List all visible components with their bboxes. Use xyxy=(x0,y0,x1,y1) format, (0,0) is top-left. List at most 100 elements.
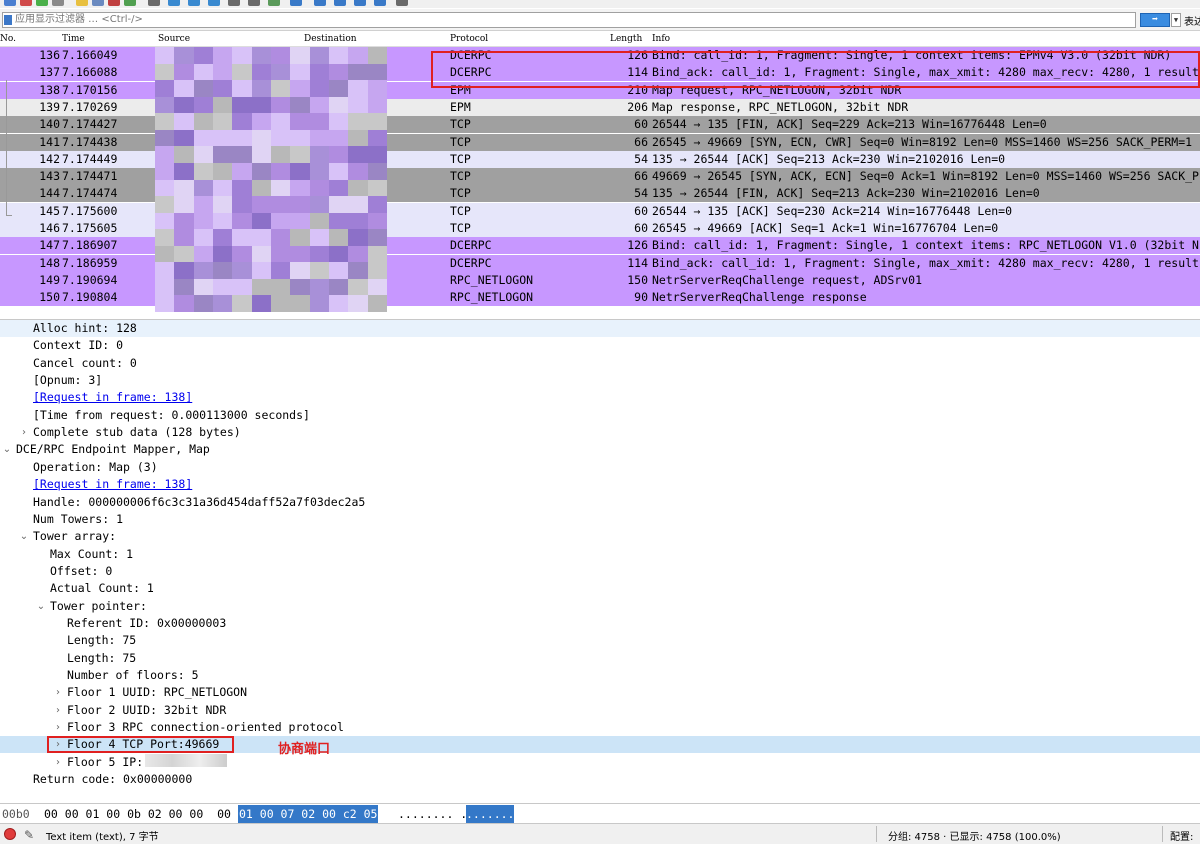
column-destination[interactable]: Destination xyxy=(304,34,357,44)
detail-field[interactable]: › Floor 2 UUID: 32bit NDR xyxy=(0,702,1200,719)
bytes-hex-selected[interactable]: 01 00 07 02 00 c2 05 xyxy=(238,805,379,823)
expand-icon[interactable]: › xyxy=(53,754,63,771)
detail-field[interactable]: › Floor 1 UUID: RPC_NETLOGON xyxy=(0,684,1200,701)
packet-no: 140 xyxy=(39,117,60,132)
packet-no: 137 xyxy=(39,65,60,80)
column-info[interactable]: Info xyxy=(652,34,670,44)
go-forward-icon[interactable] xyxy=(188,0,200,6)
detail-field[interactable]: Handle: 000000006f6c3c31a36d454daff52a7f… xyxy=(0,494,1200,511)
detail-text: Referent ID: 0x00000003 xyxy=(67,615,227,630)
status-profile[interactable]: 配置: xyxy=(1170,828,1193,843)
column-length[interactable]: Length xyxy=(610,34,642,44)
start-capture-icon[interactable] xyxy=(4,0,16,6)
expert-info-icon[interactable] xyxy=(4,828,16,840)
options-icon[interactable] xyxy=(52,0,64,6)
find-icon[interactable] xyxy=(148,0,160,6)
detail-text: Length: 75 xyxy=(67,633,137,648)
detail-field[interactable]: Offset: 0 xyxy=(0,563,1200,580)
arrow-right-icon: ➡ xyxy=(1151,14,1159,25)
column-protocol[interactable]: Protocol xyxy=(450,34,488,44)
conversation-bracket-end xyxy=(6,215,12,216)
detail-field[interactable]: › Floor 3 RPC connection-oriented protoco… xyxy=(0,719,1200,736)
packet-details[interactable]: Alloc hint: 128 Context ID: 0 Cancel count… xyxy=(0,319,1200,802)
edit-comment-icon[interactable]: ✎ xyxy=(24,828,34,842)
detail-field[interactable]: Cancel count: 0 xyxy=(0,355,1200,372)
zoom-normal-icon[interactable] xyxy=(354,0,366,6)
go-back-icon[interactable] xyxy=(168,0,180,6)
detail-field[interactable]: Length: 75 xyxy=(0,650,1200,667)
detail-field[interactable]: Max Count: 1 xyxy=(0,546,1200,563)
column-time[interactable]: Time xyxy=(62,34,85,44)
packet-info: 135 → 26544 [FIN, ACK] Seq=213 Ack=230 W… xyxy=(652,186,1040,201)
detail-link[interactable]: [Request in frame: 138] xyxy=(33,389,192,406)
expand-icon[interactable]: › xyxy=(53,684,63,701)
status-item-text: Text item (text), 7 字节 xyxy=(46,832,159,843)
save-file-icon[interactable] xyxy=(92,0,104,6)
detail-text: Length: 75 xyxy=(67,650,137,665)
detail-field[interactable]: [Opnum: 3] xyxy=(0,372,1200,389)
last-packet-icon[interactable] xyxy=(248,0,260,6)
column-source[interactable]: Source xyxy=(158,34,190,44)
detail-field[interactable]: › Complete stub data (128 bytes) xyxy=(0,424,1200,441)
open-file-icon[interactable] xyxy=(76,0,88,6)
packet-info: Map response, RPC_NETLOGON, 32bit NDR xyxy=(652,99,909,114)
packet-length: 150 xyxy=(627,272,648,287)
collapse-icon[interactable]: ⌄ xyxy=(36,598,46,615)
first-packet-icon[interactable] xyxy=(228,0,240,6)
filter-history-dropdown[interactable]: ▼ xyxy=(1171,13,1181,27)
detail-field[interactable]: Referent ID: 0x00000003 xyxy=(0,615,1200,632)
detail-field[interactable]: [Request in frame: 138] xyxy=(0,389,1200,406)
stop-capture-icon[interactable] xyxy=(20,0,32,6)
restart-capture-icon[interactable] xyxy=(36,0,48,6)
packet-time: 7.190694 xyxy=(62,272,118,287)
detail-field[interactable]: Context ID: 0 xyxy=(0,337,1200,354)
bytes-ascii[interactable]: ........ . xyxy=(398,805,467,823)
zoom-in-icon[interactable] xyxy=(314,0,326,6)
detail-link[interactable]: [Request in frame: 138] xyxy=(33,476,192,493)
detail-field[interactable]: Alloc hint: 128 xyxy=(0,320,1200,337)
detail-field[interactable]: Actual Count: 1 xyxy=(0,580,1200,597)
packet-info: 26544 → 135 [FIN, ACK] Seq=229 Ack=213 W… xyxy=(652,117,1047,132)
packet-length: 60 xyxy=(634,117,648,132)
go-to-packet-icon[interactable] xyxy=(208,0,220,6)
display-filter-bar: 应用显示过滤器 … <Ctrl-/> ➡ ▼ 表达 xyxy=(0,9,1200,31)
column-no[interactable]: No. xyxy=(0,34,16,44)
bytes-ascii-selected[interactable]: ....... xyxy=(466,805,515,823)
detail-field[interactable]: [Request in frame: 138] xyxy=(0,476,1200,493)
expand-icon[interactable]: › xyxy=(53,702,63,719)
filter-bookmark-icon[interactable] xyxy=(4,15,12,25)
bytes-hex[interactable]: 00 00 01 00 0b 02 00 00 00 xyxy=(44,805,231,823)
detail-field[interactable]: [Time from request: 0.000113000 seconds] xyxy=(0,407,1200,424)
packet-length: 60 xyxy=(634,203,648,218)
close-file-icon[interactable] xyxy=(108,0,120,6)
detail-field[interactable]: Length: 75 xyxy=(0,632,1200,649)
detail-field[interactable]: ⌄ Tower pointer: xyxy=(0,598,1200,615)
packet-protocol: RPC_NETLOGON xyxy=(450,290,534,305)
expand-icon[interactable]: › xyxy=(53,719,63,736)
detail-field[interactable]: Operation: Map (3) xyxy=(0,459,1200,476)
packet-info: 26545 → 49669 [ACK] Seq=1 Ack=1 Win=1677… xyxy=(652,221,999,235)
collapse-icon[interactable]: ⌄ xyxy=(2,441,12,458)
packet-list[interactable]: No. Time Source Destination Protocol Len… xyxy=(0,32,1200,312)
detail-field[interactable]: Number of floors: 5 xyxy=(0,667,1200,684)
autoscroll-icon[interactable] xyxy=(268,0,280,6)
expand-icon[interactable]: › xyxy=(19,424,29,441)
expand-all-icon[interactable] xyxy=(396,0,408,6)
expression-button[interactable]: 表达 xyxy=(1184,13,1200,28)
detail-section[interactable]: ⌄ DCE/RPC Endpoint Mapper, Map xyxy=(0,441,1200,458)
display-filter-input[interactable]: 应用显示过滤器 … <Ctrl-/> xyxy=(2,12,1136,28)
apply-filter-button[interactable]: ➡ xyxy=(1140,13,1170,27)
detail-field[interactable]: Num Towers: 1 xyxy=(0,511,1200,528)
colorize-icon[interactable] xyxy=(290,0,302,6)
packet-time: 7.175600 xyxy=(62,203,118,218)
packet-time: 7.174427 xyxy=(62,117,118,132)
zoom-out-icon[interactable] xyxy=(334,0,346,6)
packet-length: 66 xyxy=(634,134,648,149)
detail-text: [Time from request: 0.000113000 seconds] xyxy=(33,407,310,422)
detail-field[interactable]: Return code: 0x00000000 xyxy=(0,771,1200,788)
collapse-icon[interactable]: ⌄ xyxy=(19,528,29,545)
detail-field[interactable]: ⌄ Tower array: xyxy=(0,528,1200,545)
reload-icon[interactable] xyxy=(124,0,136,6)
packet-bytes[interactable]: 00b0 00 00 01 00 0b 02 00 00 00 01 00 07… xyxy=(0,803,1200,823)
resize-columns-icon[interactable] xyxy=(374,0,386,6)
